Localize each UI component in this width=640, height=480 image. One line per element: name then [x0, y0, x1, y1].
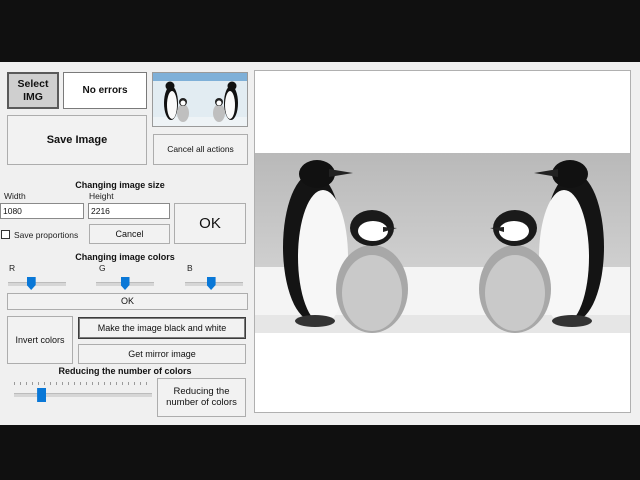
reduce-slider-thumb[interactable]	[37, 388, 47, 402]
cancel-all-actions-button[interactable]: Cancel all actions	[153, 134, 248, 165]
penguins-image	[255, 153, 630, 333]
r-label: R	[9, 263, 16, 273]
reduce-colors-button[interactable]: Reducing the number of colors	[157, 378, 246, 417]
reduce-slider-ticks	[14, 382, 152, 385]
colors-section-title: Changing image colors	[75, 252, 175, 262]
save-proportions-checkbox[interactable]	[1, 230, 10, 239]
reduce-section-title: Reducing the number of colors	[58, 366, 192, 376]
reduce-slider-track[interactable]	[14, 393, 152, 397]
b-label: B	[187, 263, 193, 273]
save-image-button[interactable]: Save Image	[7, 115, 147, 165]
height-input[interactable]: 2216	[88, 203, 170, 219]
image-thumbnail	[152, 72, 248, 127]
invert-colors-button[interactable]: Invert colors	[7, 316, 73, 364]
width-input[interactable]: 1080	[0, 203, 84, 219]
penguins-thumbnail	[153, 73, 247, 126]
mirror-image-button[interactable]: Get mirror image	[78, 344, 246, 364]
select-img-button[interactable]: Select IMG	[7, 72, 59, 109]
size-section-title: Changing image size	[75, 180, 165, 190]
black-white-button[interactable]: Make the image black and white	[78, 317, 246, 339]
colors-ok-button[interactable]: OK	[7, 293, 248, 310]
width-label: Width	[4, 191, 26, 201]
r-slider-track[interactable]	[8, 282, 66, 286]
save-proportions-label: Save proportions	[14, 230, 79, 240]
size-ok-button[interactable]: OK	[174, 203, 246, 244]
g-label: G	[99, 263, 106, 273]
status-button[interactable]: No errors	[63, 72, 147, 109]
image-preview	[254, 70, 631, 413]
height-label: Height	[89, 191, 114, 201]
size-cancel-button[interactable]: Cancel	[89, 224, 170, 244]
